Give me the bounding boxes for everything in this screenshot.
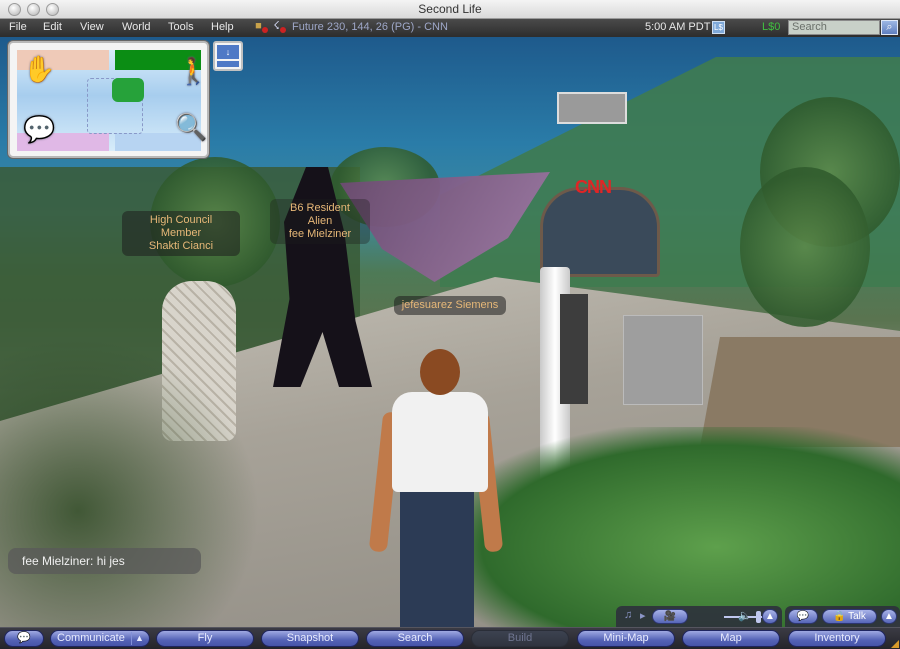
chat-history-line: fee Mielziner: hi jes bbox=[8, 548, 201, 574]
music-icon[interactable]: ♫ bbox=[624, 609, 632, 621]
menu-bar: File Edit View World Tools Help ■ ☇ Futu… bbox=[0, 19, 900, 37]
bottom-toolbar: 💬 Communicate ▲ Fly Snapshot Search Buil… bbox=[0, 627, 900, 649]
snapshot-button[interactable]: Snapshot bbox=[261, 630, 359, 647]
restriction-indicator-icon bbox=[262, 27, 268, 33]
search-input[interactable]: Search bbox=[788, 20, 880, 35]
volume-slider-thumb[interactable] bbox=[756, 611, 761, 623]
search-button[interactable]: Search bbox=[366, 630, 464, 647]
player-avatar[interactable] bbox=[392, 392, 488, 492]
puzzle-piece-selected-icon bbox=[112, 78, 144, 102]
balance[interactable]: L$0 bbox=[762, 21, 780, 33]
menu-view[interactable]: View bbox=[80, 21, 104, 33]
player-avatar-head bbox=[420, 349, 460, 395]
player-avatar-legs bbox=[400, 487, 474, 627]
collapse-bar bbox=[217, 61, 239, 67]
buy-currency-icon[interactable]: L$ bbox=[712, 21, 725, 34]
location-display[interactable]: ■ ☇ Future 230, 144, 26 (PG) - CNN bbox=[252, 20, 448, 33]
mini-map-button[interactable]: Mini-Map bbox=[577, 630, 675, 647]
communicate-button[interactable]: Communicate ▲ bbox=[50, 630, 150, 647]
talk-button[interactable]: 🔒 Talk bbox=[822, 609, 877, 624]
movie-icon: 🎥 bbox=[663, 611, 677, 622]
window-title-bar: Second Life bbox=[0, 0, 900, 19]
name-tag-title: High Council Member bbox=[149, 214, 213, 239]
fern-plants bbox=[440, 427, 900, 627]
world-viewport[interactable]: CNN High Council Member Shakti Cianci B6… bbox=[0, 37, 900, 627]
speech-person-icon[interactable]: 💬 bbox=[23, 116, 55, 142]
toolbox-grid: ✋ 🚶 💬 🔍 bbox=[17, 50, 209, 151]
cnn-sign: CNN bbox=[575, 177, 612, 197]
name-tag-shakti: High Council Member Shakti Cianci bbox=[122, 211, 240, 256]
menu-world[interactable]: World bbox=[122, 21, 151, 33]
map-button[interactable]: Map bbox=[682, 630, 780, 647]
menu-help[interactable]: Help bbox=[211, 21, 234, 33]
movie-play-button[interactable]: 🎥 bbox=[652, 609, 688, 624]
chevron-down-icon: ↓ bbox=[217, 45, 239, 59]
music-play-icon[interactable]: ▸ bbox=[640, 609, 646, 622]
chat-bubble-icon: 💬 bbox=[17, 632, 31, 644]
lock-icon: 🔒 bbox=[833, 611, 846, 622]
communicate-label: Communicate bbox=[57, 632, 125, 644]
restriction-indicator-icon bbox=[280, 27, 286, 33]
name-tag-name: jefesuarez Siemens bbox=[401, 299, 499, 311]
grey-board[interactable] bbox=[623, 315, 703, 405]
menu-tools[interactable]: Tools bbox=[168, 21, 194, 33]
location-text[interactable]: Future 230, 144, 26 (PG) - CNN bbox=[292, 21, 448, 33]
pole-sign bbox=[560, 294, 588, 404]
media-expand-button[interactable]: ▲ bbox=[762, 609, 778, 624]
name-tag-name: Shakti Cianci bbox=[148, 240, 214, 252]
chevron-up-icon[interactable]: ▲ bbox=[131, 632, 147, 645]
menu-file[interactable]: File bbox=[9, 21, 27, 33]
clock: 5:00 AM PDT bbox=[645, 21, 711, 33]
active-speakers-button[interactable]: 💬 bbox=[788, 609, 818, 624]
menu-edit[interactable]: Edit bbox=[43, 21, 62, 33]
hand-shirt-icon[interactable]: ✋ bbox=[23, 56, 55, 82]
media-controls: ♫ ▸ 🎥 🔈 ▲ bbox=[616, 606, 782, 627]
magnifier-icon[interactable]: 🔍 bbox=[175, 114, 207, 140]
window-title: Second Life bbox=[418, 2, 482, 16]
fly-button[interactable]: Fly bbox=[156, 630, 254, 647]
toolbox-collapse-button[interactable]: ↓ bbox=[213, 41, 243, 71]
toolbox-floater[interactable]: ✋ 🚶 💬 🔍 bbox=[8, 41, 209, 158]
voice-expand-button[interactable]: ▲ bbox=[881, 609, 897, 624]
resize-handle[interactable] bbox=[891, 640, 899, 648]
inventory-button[interactable]: Inventory bbox=[788, 630, 886, 647]
name-tag-fee: B6 Resident Alien fee Mielziner bbox=[270, 199, 370, 244]
billboard-panel bbox=[557, 92, 627, 124]
tree bbox=[740, 167, 870, 327]
search-icon[interactable]: ⌕ bbox=[881, 20, 898, 35]
voice-controls: 💬 🔒 Talk ▲ bbox=[785, 606, 900, 627]
booth-frame bbox=[540, 187, 660, 277]
cnn-booth[interactable]: CNN bbox=[535, 92, 665, 292]
chat-button[interactable]: 💬 bbox=[4, 630, 44, 647]
talk-label: Talk bbox=[848, 611, 866, 622]
foreground-foliage bbox=[0, 337, 260, 627]
name-tag-jefe: jefesuarez Siemens bbox=[394, 296, 506, 315]
mute-icon[interactable]: 🔈 bbox=[738, 609, 752, 622]
name-tag-name: fee Mielziner bbox=[288, 228, 352, 240]
build-button[interactable]: Build bbox=[471, 630, 569, 647]
name-tag-title: B6 Resident Alien bbox=[290, 202, 350, 227]
walking-person-icon[interactable]: 🚶 bbox=[177, 58, 209, 84]
